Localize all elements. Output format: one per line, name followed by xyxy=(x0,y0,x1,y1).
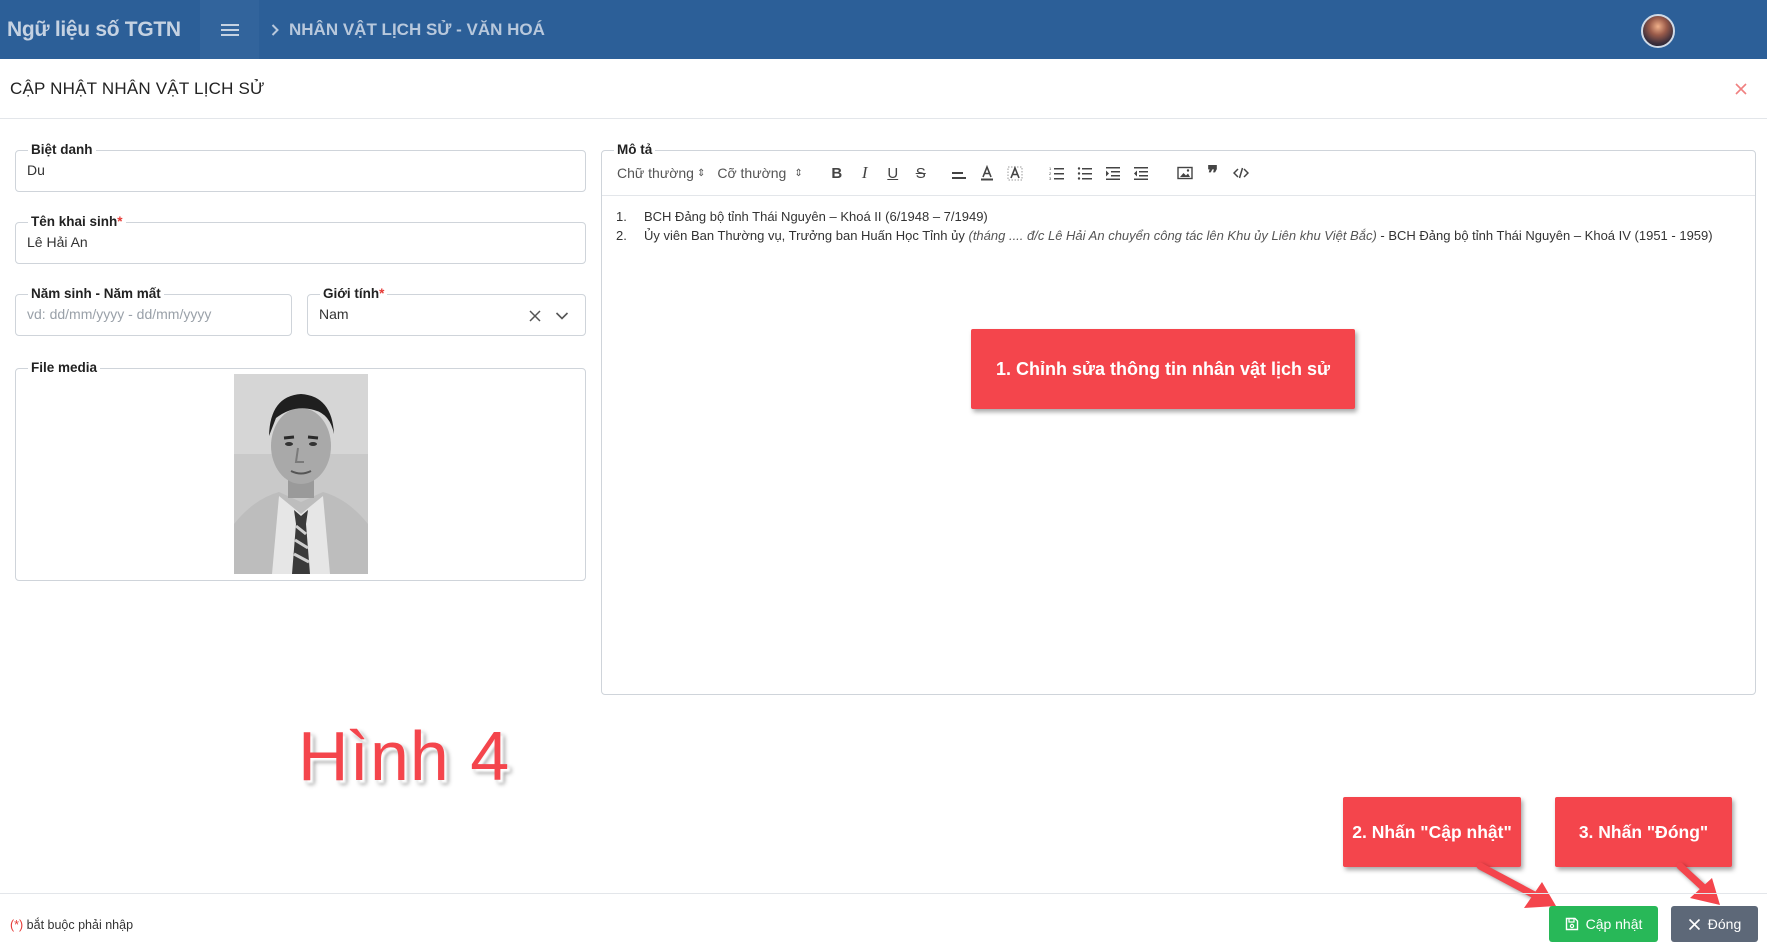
file-media-field[interactable]: File media xyxy=(15,359,586,581)
image-icon[interactable] xyxy=(1175,163,1195,183)
close-button-label: Đóng xyxy=(1707,916,1742,932)
breadcrumb-item[interactable]: NHÂN VẬT LỊCH SỬ - VĂN HOÁ xyxy=(289,20,545,40)
years-label: Năm sinh - Năm mất xyxy=(28,285,164,303)
svg-text:3: 3 xyxy=(1049,176,1052,180)
font-select[interactable]: Chữ thường ⇕ xyxy=(617,165,705,181)
annotation-step2: 2. Nhấn "Cập nhật" xyxy=(1343,797,1521,867)
ordered-list-icon[interactable]: 123 xyxy=(1047,163,1067,183)
clear-icon[interactable] xyxy=(528,309,542,323)
required-mark: (*) xyxy=(10,918,24,932)
modal-title: CẬP NHẬT NHÂN VẬT LỊCH SỬ xyxy=(10,79,265,98)
underline-icon[interactable]: U xyxy=(883,163,903,183)
birthname-field[interactable]: Tên khai sinh* Lê Hải An xyxy=(15,213,586,264)
close-icon xyxy=(1688,918,1700,930)
required-mark: * xyxy=(379,286,385,301)
list-text: BCH Đảng bộ tỉnh Thái Nguyên – Khoá II (… xyxy=(644,209,988,224)
chevron-down-icon[interactable] xyxy=(555,310,569,322)
nickname-field[interactable]: Biệt danh Du xyxy=(15,141,586,192)
birthname-label: Tên khai sinh* xyxy=(28,213,126,231)
list-italic-text: (tháng .... đ/c Lê Hải An chuyển công tá… xyxy=(968,227,1377,243)
close-icon[interactable] xyxy=(1733,81,1749,97)
list-item: 1. BCH Đảng bộ tỉnh Thái Nguyên – Khoá II… xyxy=(616,208,1745,227)
breadcrumb: NHÂN VẬT LỊCH SỬ - VĂN HOÁ xyxy=(271,20,545,40)
modal-footer: (*) bắt buộc phải nhập Cập nhật Đóng xyxy=(0,893,1767,951)
text-color-icon[interactable] xyxy=(977,163,997,183)
outdent-icon[interactable] xyxy=(1131,163,1151,183)
required-note-text: bắt buộc phải nhập xyxy=(23,918,134,932)
hamburger-menu-button[interactable] xyxy=(200,0,259,59)
close-button[interactable]: Đóng xyxy=(1671,906,1758,942)
editor-toolbar: Chữ thường ⇕ Cỡ thường ⇕ B I U S 123 ❞ xyxy=(602,151,1755,196)
portrait-image xyxy=(234,374,368,574)
update-button-label: Cập nhật xyxy=(1585,916,1643,932)
required-mark: * xyxy=(117,214,123,229)
required-note: (*) bắt buộc phải nhập xyxy=(10,918,133,932)
top-navbar: Ngữ liệu số TGTN NHÂN VẬT LỊCH SỬ - VĂN … xyxy=(0,0,1767,59)
updown-arrow-icon: ⇕ xyxy=(794,167,803,179)
annotation-step1: 1. Chỉnh sửa thông tin nhân vật lịch sử xyxy=(971,329,1355,409)
chevron-right-icon xyxy=(271,23,279,36)
list-text: Ủy viên Ban Thường vụ, Trưởng ban Huấn H… xyxy=(644,227,1713,243)
align-icon[interactable] xyxy=(949,163,969,183)
list-number: 2. xyxy=(616,227,627,243)
modal-header: CẬP NHẬT NHÂN VẬT LỊCH SỬ xyxy=(0,59,1767,119)
nickname-label: Biệt danh xyxy=(28,141,96,159)
editor-content[interactable]: 1. BCH Đảng bộ tỉnh Thái Nguyên – Khoá II… xyxy=(616,208,1745,245)
gender-label: Giới tính* xyxy=(320,285,388,303)
list-item: 2. Ủy viên Ban Thường vụ, Trưởng ban Huấn… xyxy=(616,227,1745,246)
code-icon[interactable] xyxy=(1231,163,1251,183)
strikethrough-icon[interactable]: S xyxy=(911,163,931,183)
bold-icon[interactable]: B xyxy=(827,163,847,183)
indent-icon[interactable] xyxy=(1103,163,1123,183)
birthname-value: Lê Hải An xyxy=(27,234,88,250)
background-color-icon[interactable] xyxy=(1005,163,1025,183)
birth-death-years-field[interactable]: Năm sinh - Năm mất vd: dd/mm/yyyy - dd/m… xyxy=(15,285,292,336)
file-media-label: File media xyxy=(28,359,101,377)
font-select-value: Chữ thường xyxy=(617,165,694,181)
size-select-value: Cỡ thường xyxy=(717,165,787,181)
hamburger-icon xyxy=(220,23,239,36)
description-editor[interactable]: Mô tả Chữ thường ⇕ Cỡ thường ⇕ B I U S 123 xyxy=(601,141,1756,695)
brand-title[interactable]: Ngữ liệu số TGTN xyxy=(0,0,200,59)
update-button[interactable]: Cập nhật xyxy=(1549,906,1658,942)
portrait-photo[interactable] xyxy=(234,374,368,574)
user-avatar[interactable] xyxy=(1641,14,1675,48)
updown-arrow-icon: ⇕ xyxy=(696,167,706,179)
nickname-value: Du xyxy=(27,162,45,178)
bullet-list-icon[interactable] xyxy=(1075,163,1095,183)
save-icon xyxy=(1565,917,1578,931)
gender-value: Nam xyxy=(319,306,349,322)
figure-label: Hình 4 xyxy=(298,717,511,795)
years-placeholder: vd: dd/mm/yyyy - dd/mm/yyyy xyxy=(27,306,212,322)
italic-icon[interactable]: I xyxy=(855,163,875,183)
annotation-step3: 3. Nhấn "Đóng" xyxy=(1555,797,1732,867)
gender-select[interactable]: Giới tính* Nam xyxy=(307,285,586,336)
size-select[interactable]: Cỡ thường ⇕ xyxy=(717,165,802,181)
list-number: 1. xyxy=(616,209,627,224)
quote-icon[interactable]: ❞ xyxy=(1203,163,1223,185)
